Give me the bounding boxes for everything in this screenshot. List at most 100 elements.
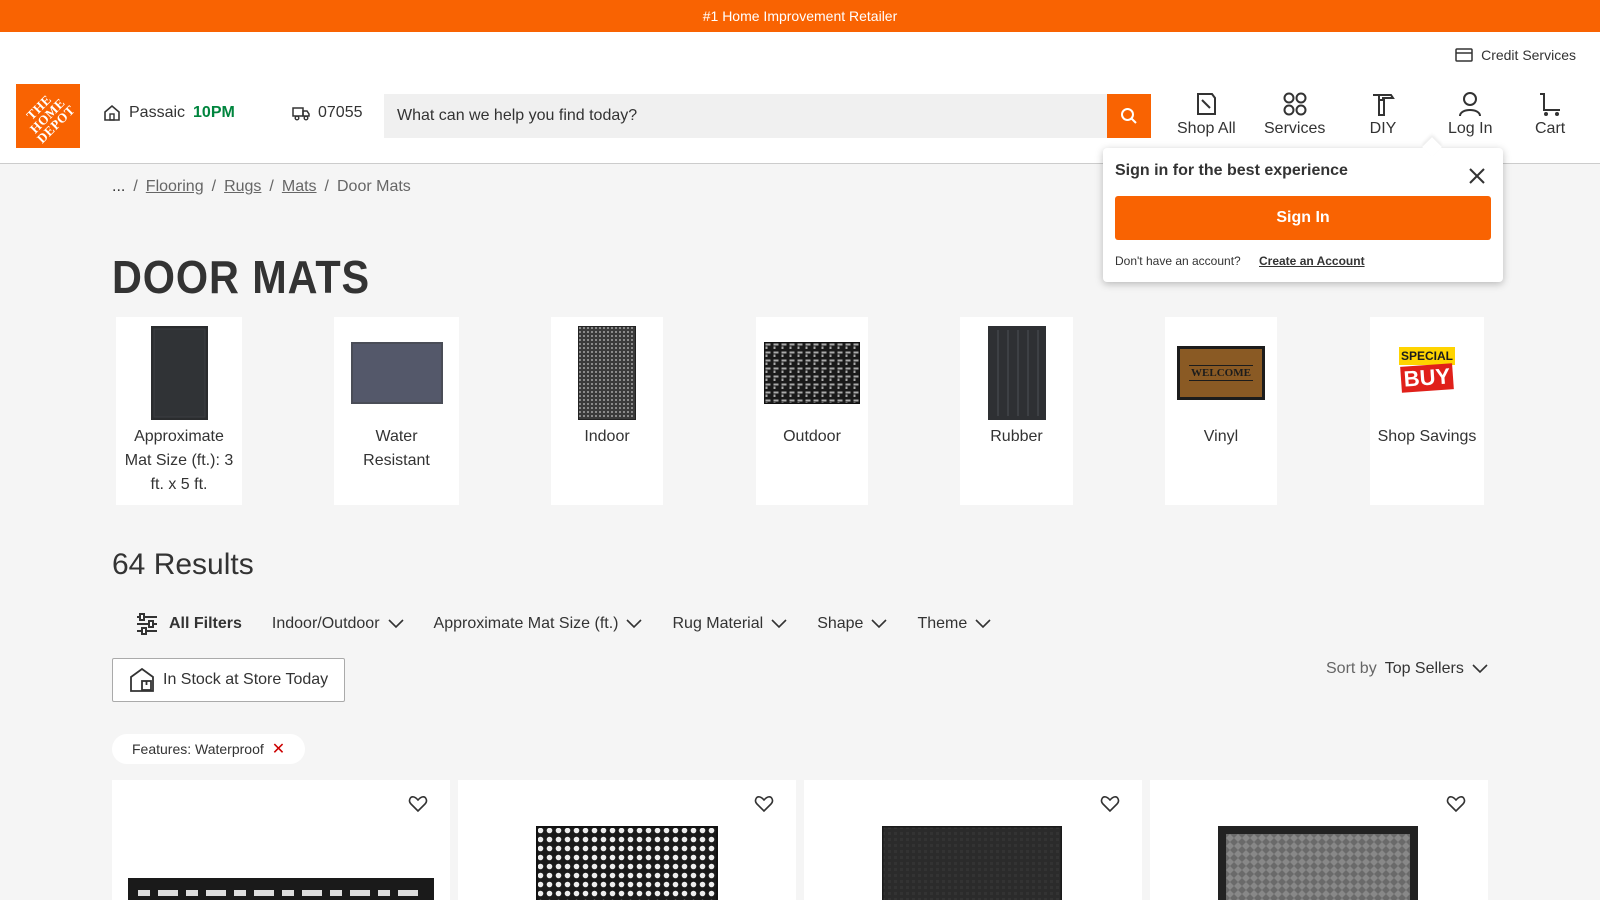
chevron-down-icon [387, 619, 404, 629]
special-buy-top: SPECIAL [1399, 347, 1455, 365]
special-buy-badge: SPECIAL BUY [1399, 347, 1455, 399]
category-label: Shop Savings [1377, 428, 1477, 445]
home-depot-logo[interactable]: THE HOME DEPOT [16, 84, 80, 148]
in-stock-toggle-button[interactable]: In Stock at Store Today [112, 658, 345, 702]
filter-shape[interactable]: Shape [817, 615, 888, 633]
create-account-link[interactable]: Create an Account [1259, 254, 1365, 268]
favorite-heart-icon[interactable] [408, 794, 428, 814]
breadcrumb-flooring[interactable]: Flooring [146, 178, 204, 196]
category-tile-water-resistant[interactable]: Water Resistant [334, 317, 459, 505]
breadcrumb: ... / Flooring / Rugs / Mats / Door Mats [112, 178, 411, 196]
search-bar [384, 94, 1151, 138]
in-stock-label: In Stock at Store Today [163, 671, 329, 688]
filter-sliders-icon [137, 613, 157, 635]
promo-text: #1 Home Improvement Retailer [702, 8, 898, 24]
close-icon[interactable] [1467, 166, 1487, 186]
breadcrumb-separator: / [211, 178, 217, 195]
no-account-text: Don't have an account? [1115, 254, 1241, 268]
shop-all-label: Shop All [1177, 120, 1236, 137]
breadcrumb-rugs[interactable]: Rugs [224, 178, 261, 196]
filter-bar: All Filters Indoor/Outdoor Approximate M… [135, 612, 1021, 636]
sign-in-popover: Sign in for the best experience Sign In … [1103, 148, 1503, 282]
category-tile-rubber[interactable]: Rubber [960, 317, 1073, 505]
services-icon [1283, 92, 1307, 116]
popover-title: Sign in for the best experience [1115, 162, 1348, 179]
category-tile-mat-size[interactable]: Approximate Mat Size (ft.): 3 ft. x 5 ft… [116, 317, 242, 505]
store-selector[interactable]: Passaic 10PM [103, 104, 235, 122]
cart-label: Cart [1535, 120, 1566, 137]
category-label: Outdoor [783, 428, 841, 445]
log-in-label: Log In [1448, 120, 1493, 137]
category-label: Vinyl [1203, 428, 1239, 445]
filter-label: Shape [817, 615, 864, 632]
category-image [987, 325, 1046, 421]
delivery-zip-selector[interactable]: 07055 [292, 104, 363, 122]
category-image: WELCOME [1177, 325, 1265, 421]
diy-icon [1373, 94, 1395, 116]
log-in-button[interactable]: Log In [1448, 90, 1492, 138]
product-card[interactable] [458, 780, 796, 900]
filter-indoor-outdoor[interactable]: Indoor/Outdoor [272, 615, 404, 633]
remove-filter-icon[interactable]: ✕ [272, 739, 285, 759]
credit-services-label: Credit Services [1481, 47, 1576, 63]
filter-label: Indoor/Outdoor [271, 615, 380, 632]
sort-value: Top Sellers [1384, 660, 1464, 677]
sort-label: Sort by [1326, 660, 1377, 677]
filter-label: Approximate Mat Size (ft.) [433, 615, 619, 632]
category-tile-outdoor[interactable]: Outdoor [756, 317, 868, 505]
store-name: Passaic [129, 104, 186, 121]
product-image [536, 826, 718, 900]
services-button[interactable]: Services [1264, 90, 1325, 138]
category-image [764, 325, 860, 421]
chevron-down-icon [771, 619, 787, 629]
category-tile-vinyl[interactable]: WELCOME Vinyl [1165, 317, 1277, 505]
breadcrumb-current: Door Mats [337, 178, 411, 195]
applied-filter-chip[interactable]: Features: Waterproof ✕ [112, 734, 306, 764]
sort-dropdown[interactable]: Sort by Top Sellers [1326, 660, 1488, 678]
diy-label: DIY [1369, 120, 1397, 137]
store-hours: 10PM [193, 104, 235, 121]
product-card[interactable] [804, 780, 1142, 900]
favorite-heart-icon[interactable] [1446, 794, 1466, 814]
shop-all-button[interactable]: Shop All [1177, 90, 1236, 138]
chevron-down-icon [1472, 664, 1488, 674]
category-tile-indoor[interactable]: Indoor [551, 317, 663, 505]
filter-rug-material[interactable]: Rug Material [672, 615, 787, 633]
sign-in-button[interactable]: Sign In [1115, 196, 1491, 240]
search-input[interactable] [384, 94, 1107, 138]
applied-filter-label: Features: Waterproof [132, 741, 264, 757]
product-image [1218, 826, 1418, 900]
favorite-heart-icon[interactable] [754, 794, 774, 814]
breadcrumb-ellipsis[interactable]: ... [112, 178, 125, 196]
category-image: SPECIAL BUY [1399, 325, 1455, 421]
filter-theme[interactable]: Theme [917, 615, 991, 633]
search-button[interactable] [1107, 94, 1151, 138]
cart-button[interactable]: Cart [1535, 90, 1565, 138]
category-label: Approximate Mat Size (ft.): 3 ft. x 5 ft… [124, 428, 234, 493]
cart-icon [1540, 93, 1561, 116]
chevron-down-icon [871, 619, 888, 629]
breadcrumb-separator: / [269, 178, 274, 195]
results-count: 64 Results [112, 548, 254, 581]
credit-services-link[interactable]: Credit Services [1455, 47, 1576, 63]
product-card[interactable] [112, 780, 450, 900]
page-title: DOOR MATS [112, 251, 371, 303]
credit-card-icon [1455, 48, 1473, 62]
filter-label: Rug Material [672, 615, 764, 632]
all-filters-button[interactable]: All Filters [135, 612, 242, 636]
logo-text: THE HOME DEPOT [23, 91, 79, 147]
filter-mat-size[interactable]: Approximate Mat Size (ft.) [434, 615, 643, 633]
promo-banner[interactable]: #1 Home Improvement Retailer [0, 0, 1600, 32]
category-image [578, 325, 636, 421]
breadcrumb-mats[interactable]: Mats [282, 178, 317, 196]
services-label: Services [1264, 120, 1326, 137]
site-header: Credit Services THE HOME DEPOT Passaic 10P… [0, 32, 1600, 164]
product-image [128, 878, 434, 900]
product-card[interactable] [1150, 780, 1488, 900]
category-label: Rubber [990, 428, 1043, 445]
search-icon [1121, 108, 1137, 124]
favorite-heart-icon[interactable] [1100, 794, 1120, 814]
zip-code: 07055 [318, 104, 363, 121]
category-tile-shop-savings[interactable]: SPECIAL BUY Shop Savings [1370, 317, 1484, 505]
diy-button[interactable]: DIY [1369, 90, 1397, 138]
